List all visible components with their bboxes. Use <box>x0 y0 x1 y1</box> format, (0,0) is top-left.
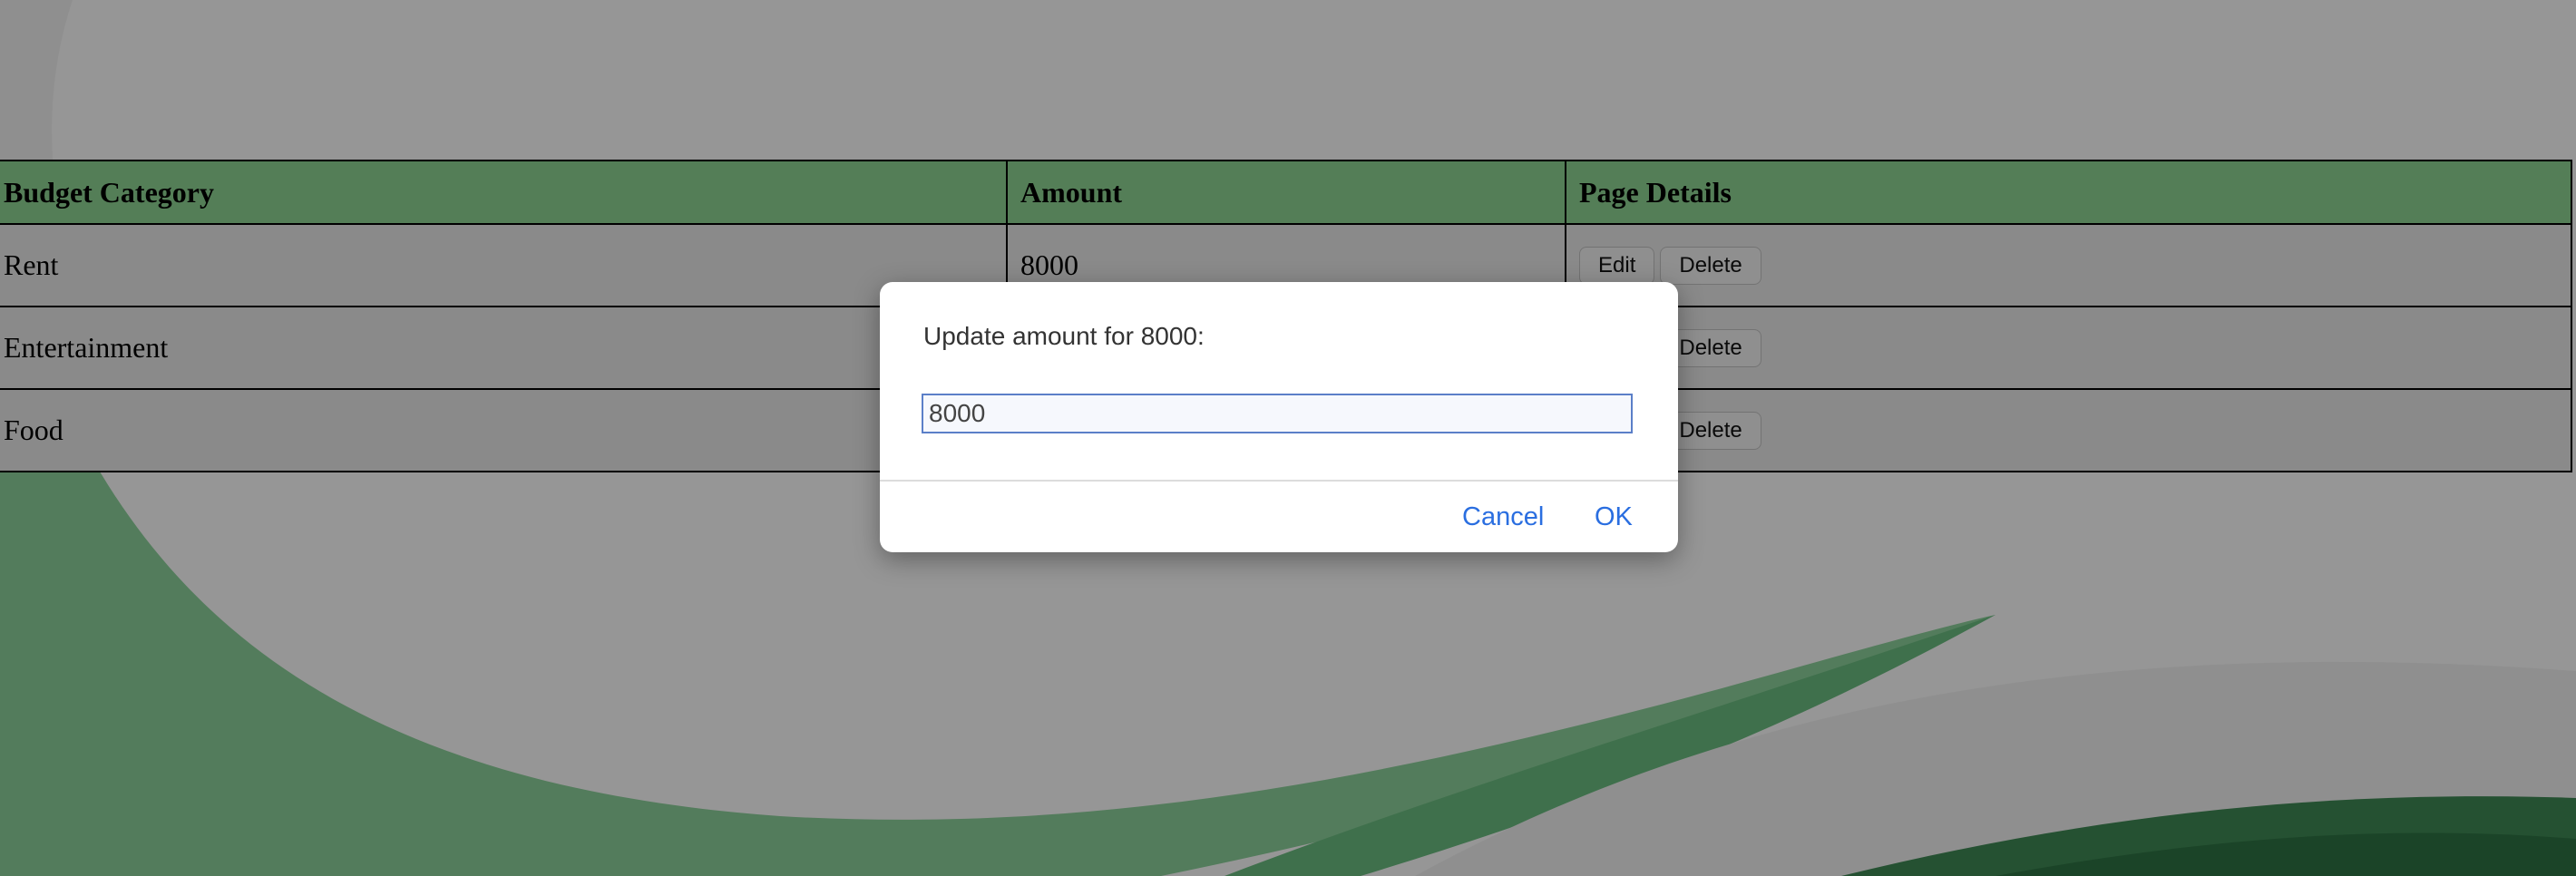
dialog-divider <box>880 480 1678 482</box>
amount-input[interactable] <box>922 394 1633 433</box>
ok-button[interactable]: OK <box>1595 502 1633 532</box>
dialog-message: Update amount for 8000: <box>923 322 1205 350</box>
cancel-button[interactable]: Cancel <box>1462 502 1544 532</box>
prompt-dialog: Update amount for 8000: Cancel OK <box>880 282 1678 552</box>
